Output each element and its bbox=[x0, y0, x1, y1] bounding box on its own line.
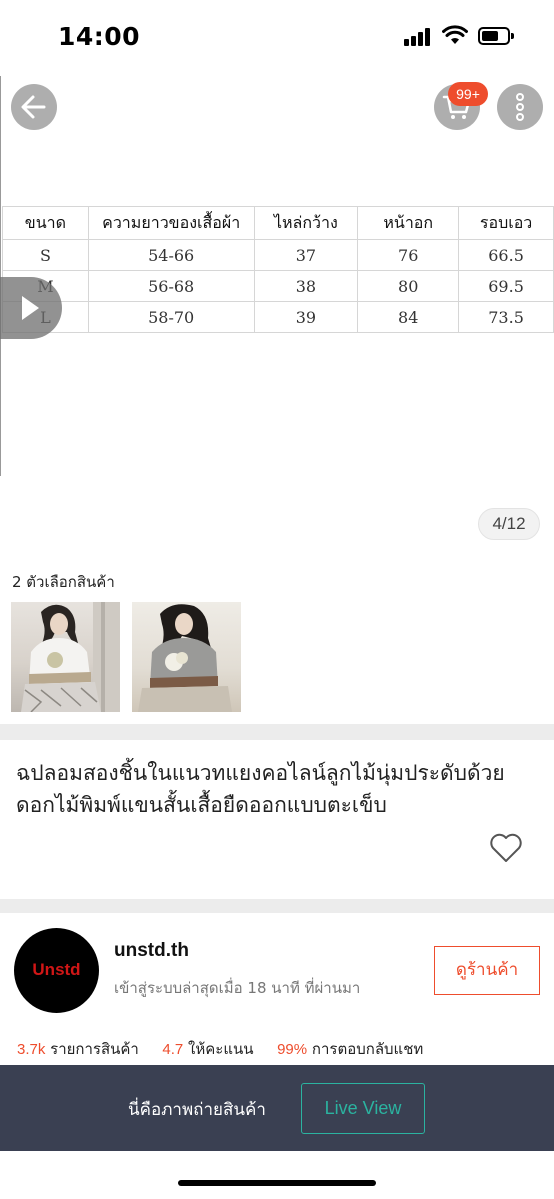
column-header: ความยาวของเสื้อผ้า bbox=[87, 206, 255, 240]
image-page-counter: 4/12 bbox=[478, 508, 540, 540]
shop-last-active: เข้าสู่ระบบล่าสุดเมื่อ 18 นาที ที่ผ่านมา bbox=[114, 979, 361, 997]
heart-icon[interactable] bbox=[489, 833, 523, 863]
view-shop-button[interactable]: ดูร้านค้า bbox=[434, 946, 540, 995]
product-title: ฉปลอมสองชิ้นในแนวทแยงคอไลน์ลูกไม้นุ่มประ… bbox=[16, 761, 505, 817]
chat-response-rate: 99% bbox=[277, 1041, 308, 1058]
variants-count-label: 2 ตัวเลือกสินค้า bbox=[12, 573, 115, 591]
products-label: รายการสินค้า bbox=[50, 1040, 139, 1058]
table-cell: 84 bbox=[357, 301, 460, 333]
table-cell: 73.5 bbox=[458, 301, 554, 333]
table-cell: 38 bbox=[253, 270, 359, 302]
table-cell: 80 bbox=[357, 270, 460, 302]
play-video-button[interactable] bbox=[0, 277, 62, 339]
back-arrow-icon bbox=[21, 95, 46, 119]
table-cell: 39 bbox=[253, 301, 359, 333]
variant-photo bbox=[21, 602, 120, 712]
back-button[interactable] bbox=[11, 84, 57, 130]
table-cell: 66.5 bbox=[458, 239, 554, 271]
table-cell: 54-66 bbox=[87, 239, 255, 271]
column-header: ไหล่กว้าง bbox=[253, 206, 359, 240]
table-header-row: ขนาด ความยาวของเสื้อผ้า ไหล่กว้าง หน้าอก… bbox=[2, 206, 554, 240]
chat-response-label: การตอบกลับแชท bbox=[311, 1040, 424, 1058]
variant-thumbnail-1[interactable] bbox=[11, 602, 120, 712]
variant-thumbnail-2[interactable] bbox=[132, 602, 241, 712]
shop-stats: 3.7k รายการสินค้า 4.7 ให้คะแนน 99% การตอ… bbox=[17, 1037, 423, 1061]
table-cell: S bbox=[2, 239, 89, 271]
table-cell: 56-68 bbox=[87, 270, 255, 302]
shop-name[interactable]: unstd.th bbox=[114, 940, 189, 962]
play-icon bbox=[22, 296, 39, 320]
status-time: 14:00 bbox=[58, 22, 141, 51]
table-row: S 54-66 37 76 66.5 bbox=[2, 239, 554, 271]
variant-photo bbox=[138, 604, 232, 712]
table-cell: 58-70 bbox=[87, 301, 255, 333]
home-indicator-area bbox=[0, 1151, 554, 1199]
rating-label: ให้คะแนน bbox=[188, 1040, 254, 1058]
shop-logo[interactable]: Unstd bbox=[14, 928, 99, 1013]
product-photo-note: นี่คือภาพถ่ายสินค้า bbox=[128, 1100, 266, 1120]
product-image-gallery[interactable]: 99+ ขนาด ความยาวของเสื้อผ้า ไหล่กว้าง หน… bbox=[0, 76, 554, 546]
cart-count-badge: 99+ bbox=[448, 82, 488, 106]
home-indicator[interactable] bbox=[178, 1180, 376, 1186]
column-header: หน้าอก bbox=[357, 206, 460, 240]
size-chart-table: ขนาด ความยาวของเสื้อผ้า ไหล่กว้าง หน้าอก… bbox=[2, 206, 554, 333]
more-options-button[interactable] bbox=[497, 84, 543, 130]
wifi-icon bbox=[442, 25, 468, 44]
table-row: M 56-68 38 80 69.5 bbox=[2, 270, 554, 302]
battery-icon bbox=[478, 27, 514, 45]
column-header: รอบเอว bbox=[458, 206, 554, 240]
rating-value: 4.7 bbox=[162, 1041, 184, 1058]
signal-icon bbox=[404, 28, 434, 46]
shop-logo-text: Unstd bbox=[32, 960, 81, 979]
table-cell: 69.5 bbox=[458, 270, 554, 302]
status-bar: 14:00 bbox=[0, 0, 554, 76]
table-row: L 58-70 39 84 73.5 bbox=[2, 301, 554, 333]
table-cell: 76 bbox=[357, 239, 460, 271]
products-count: 3.7k bbox=[17, 1041, 46, 1058]
column-header: ขนาด bbox=[2, 206, 89, 240]
table-cell: 37 bbox=[253, 239, 359, 271]
bottom-bar: นี่คือภาพถ่ายสินค้า Live View bbox=[0, 1065, 554, 1151]
live-view-button[interactable]: Live View bbox=[301, 1083, 425, 1134]
